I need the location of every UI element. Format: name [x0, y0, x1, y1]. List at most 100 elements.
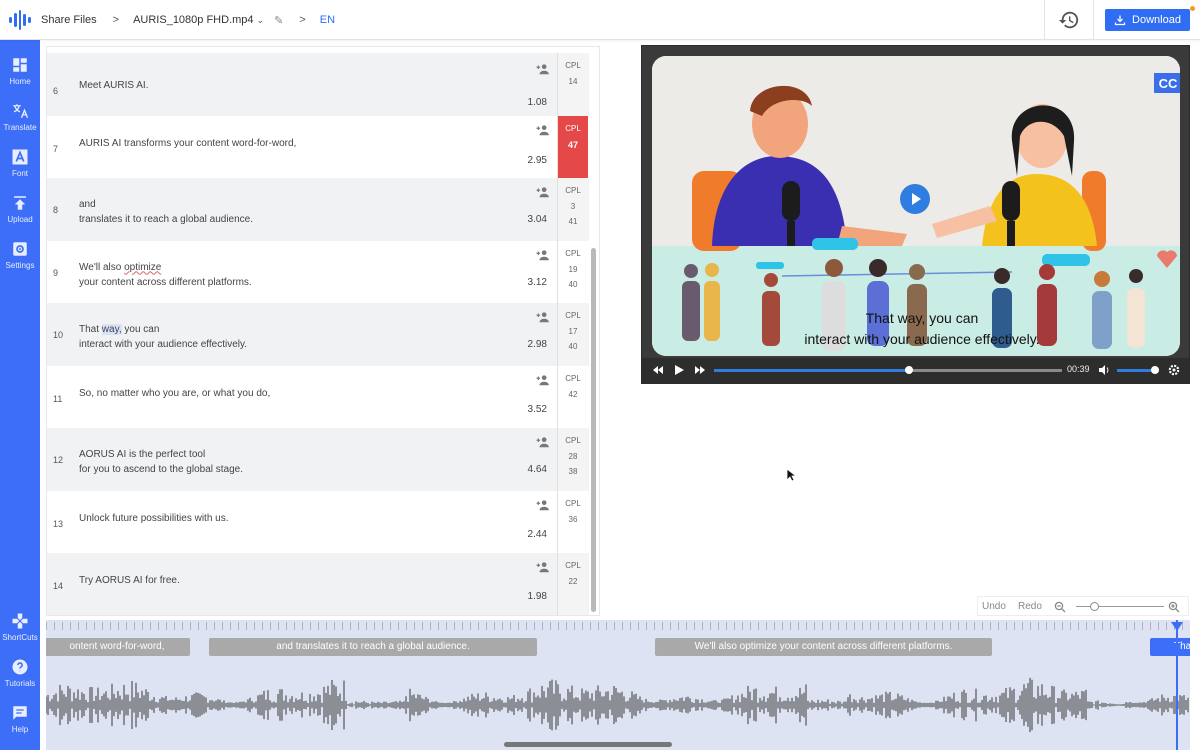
subtitle-text[interactable]: and translates it to reach a global audie…	[79, 197, 253, 227]
add-speaker-icon[interactable]	[536, 561, 550, 573]
timeline-segment[interactable]: and translates it to reach a global audi…	[209, 638, 537, 656]
sidebar-item-translate[interactable]: Translate	[0, 102, 40, 132]
subtitle-line: AURIS AI transforms your content word-fo…	[79, 137, 297, 149]
cpl-indicator: CPL 14	[557, 53, 588, 116]
dashboard-icon	[13, 58, 27, 72]
timeline-scrollbar[interactable]	[504, 742, 672, 747]
edit-pencil-icon[interactable]: ✎	[274, 14, 283, 27]
subtitle-row[interactable]: 9 We'll also optimize your content across…	[47, 240, 589, 303]
spellcheck-word[interactable]: optimize	[124, 262, 161, 273]
add-speaker-icon[interactable]	[536, 124, 550, 136]
waveform-path	[46, 677, 1189, 733]
video-progress-bar[interactable]	[714, 366, 1062, 374]
timeline-segment-active[interactable]: Tha	[1150, 638, 1190, 656]
video-controls: 00:39	[642, 358, 1189, 383]
subtitle-row[interactable]: 11 So, no matter who you are, or what yo…	[47, 365, 589, 428]
sidebar-item-help[interactable]: Help	[0, 704, 40, 734]
subtitle-text[interactable]: Meet AURIS AI.	[79, 78, 148, 93]
timeline-ruler	[46, 622, 1190, 630]
redo-button[interactable]: Redo	[1018, 601, 1042, 612]
zoom-slider-handle[interactable]	[1089, 602, 1099, 611]
breadcrumb-share-files[interactable]: Share Files	[41, 14, 97, 26]
subtitle-line: and	[79, 199, 96, 210]
subtitle-line: Meet AURIS AI.	[79, 80, 149, 91]
settings-icon	[13, 242, 27, 256]
cpl-label: CPL	[565, 561, 581, 570]
subtitle-row[interactable]: 7 AURIS AI transforms your content word-…	[47, 115, 589, 178]
subtitle-number: 9	[53, 267, 59, 278]
translate-icon	[13, 104, 29, 119]
subtitle-row[interactable]: 13 Unlock future possibilities with us. …	[47, 490, 589, 553]
file-name: AURIS_1080p FHD.mp4	[133, 14, 254, 26]
timeline-segment[interactable]: ontent word-for-word,	[46, 638, 190, 656]
playhead-handle[interactable]	[1171, 622, 1183, 631]
sidebar-item-shortcuts[interactable]: ShortCuts	[0, 612, 40, 642]
sidebar-item-home[interactable]: Home	[0, 56, 40, 86]
history-button[interactable]	[1044, 0, 1094, 40]
language-selector[interactable]: EN	[320, 14, 335, 26]
sidebar-item-font[interactable]: Font	[0, 148, 40, 178]
breadcrumb: Share Files > AURIS_1080p FHD.mp4 ⌄ ✎ > …	[41, 0, 335, 40]
subtitle-text[interactable]: Unlock future possibilities with us.	[79, 511, 229, 526]
subtitle-line: AORUS AI is the perfect tool	[79, 449, 206, 460]
subtitle-duration: 4.64	[527, 464, 547, 475]
timeline-segment[interactable]: We'll also optimize your content across …	[655, 638, 992, 656]
video-progress-handle[interactable]	[904, 366, 913, 374]
subtitle-list[interactable]: 6 Meet AURIS AI. 1.08 CPL 14 7 AURIS AI t…	[46, 46, 600, 616]
subtitle-row[interactable]: 6 Meet AURIS AI. 1.08 CPL 14	[47, 53, 589, 116]
add-speaker-icon[interactable]	[536, 186, 550, 198]
file-name-dropdown[interactable]: AURIS_1080p FHD.mp4 ⌄	[133, 14, 264, 26]
subtitle-line: That way, you can	[79, 324, 160, 335]
volume-icon[interactable]	[1098, 364, 1110, 376]
sidebar-item-tutorials[interactable]: Tutorials	[0, 658, 40, 688]
video-player[interactable]: CC That way, you can interact with your …	[641, 45, 1190, 384]
volume-slider[interactable]	[1117, 366, 1159, 374]
add-speaker-icon[interactable]	[536, 374, 550, 386]
play-icon[interactable]	[673, 364, 685, 376]
cpl-value: 14	[568, 77, 578, 86]
settings-gear-icon[interactable]	[1168, 364, 1180, 376]
cpl-label: CPL	[565, 311, 581, 320]
subtitle-row[interactable]: 12 AORUS AI is the perfect tool for you t…	[47, 428, 589, 491]
volume-fill	[1117, 369, 1155, 372]
sidebar-item-label: Help	[11, 725, 29, 734]
fast-forward-icon[interactable]	[694, 364, 706, 376]
add-speaker-icon[interactable]	[536, 249, 550, 261]
app-logo[interactable]	[9, 9, 31, 31]
subtitle-text[interactable]: We'll also optimize your content across d…	[79, 260, 252, 290]
sidebar-item-upload[interactable]: Upload	[0, 194, 40, 224]
history-icon	[1058, 11, 1079, 29]
subtitle-number: 7	[53, 143, 59, 154]
closed-captions-button[interactable]: CC	[1154, 73, 1180, 93]
selected-word[interactable]: way,	[101, 324, 122, 335]
video-frame[interactable]: CC That way, you can interact with your …	[652, 56, 1180, 356]
download-button[interactable]: Download	[1105, 9, 1190, 31]
add-speaker-icon[interactable]	[536, 311, 550, 323]
subtitle-row[interactable]: 14 Try AORUS AI for free. 1.98 CPL 22	[47, 553, 589, 615]
volume-handle[interactable]	[1150, 366, 1159, 374]
list-scrollbar[interactable]	[591, 248, 596, 612]
zoom-out-icon[interactable]	[1054, 601, 1066, 613]
subtitle-text[interactable]: AORUS AI is the perfect tool for you to a…	[79, 447, 243, 477]
subtitle-text[interactable]: That way, you can interact with your audi…	[79, 322, 247, 352]
mouse-cursor-icon	[786, 468, 796, 482]
play-overlay-icon[interactable]	[900, 184, 930, 214]
subtitle-timeline[interactable]: ontent word-for-word, and translates it …	[46, 620, 1190, 750]
add-speaker-icon[interactable]	[536, 499, 550, 511]
subtitle-text[interactable]: So, no matter who you are, or what you d…	[79, 386, 270, 401]
subtitle-text[interactable]: AURIS AI transforms your content word-fo…	[79, 136, 296, 151]
rewind-icon[interactable]	[652, 364, 664, 376]
playhead[interactable]	[1176, 620, 1178, 750]
sidebar-item-settings[interactable]: Settings	[0, 240, 40, 270]
subtitle-number: 12	[53, 455, 64, 465]
zoom-in-icon[interactable]	[1168, 601, 1180, 613]
add-speaker-icon[interactable]	[536, 63, 550, 75]
subtitle-row[interactable]: 10 That way, you can interact with your a…	[47, 303, 589, 366]
cpl-indicator: CPL 36	[557, 490, 588, 553]
subtitle-line: your content across different platforms.	[79, 276, 252, 288]
undo-button[interactable]: Undo	[982, 601, 1006, 612]
add-speaker-icon[interactable]	[536, 436, 550, 448]
sidebar-item-label: Translate	[3, 123, 37, 132]
subtitle-row[interactable]: 8 and translates it to reach a global aud…	[47, 178, 589, 241]
subtitle-text[interactable]: Try AORUS AI for free.	[79, 573, 180, 588]
